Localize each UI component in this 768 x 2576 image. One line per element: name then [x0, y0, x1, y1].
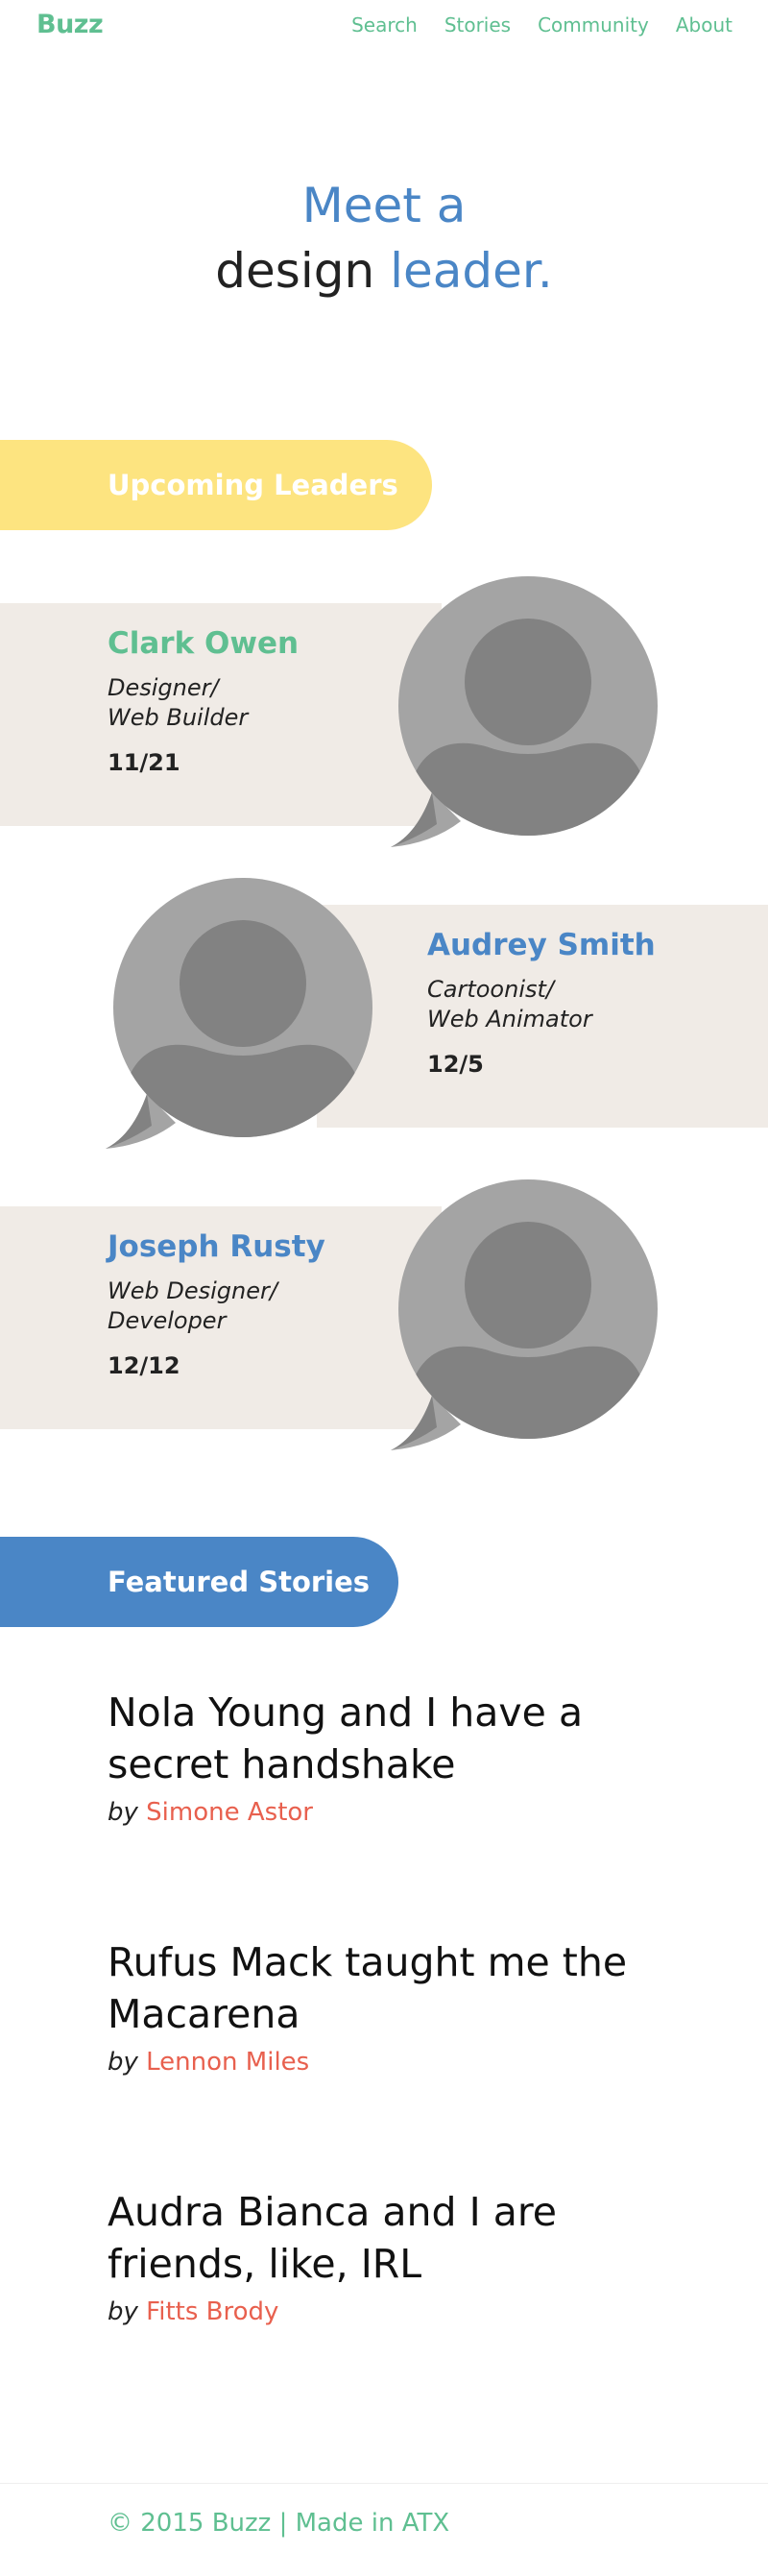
leader-name[interactable]: Joseph Rusty [108, 1229, 325, 1264]
nav-about[interactable]: About [676, 13, 732, 36]
hero-line2-blue: leader. [390, 243, 553, 299]
leader-date: 11/21 [108, 749, 180, 776]
leader-name[interactable]: Audrey Smith [427, 928, 656, 962]
leader-role: Designer/ Web Builder [108, 674, 249, 731]
story-title[interactable]: Audra Bianca and I are friends, like, IR… [108, 2186, 684, 2290]
story-author[interactable]: Lennon Miles [146, 2048, 309, 2077]
story-author[interactable]: Fitts Brody [146, 2297, 278, 2326]
avatar-icon [106, 878, 372, 1149]
main-nav: Search Stories Community About [351, 13, 732, 36]
story-byline: by Simone Astor [108, 1798, 313, 1827]
leader-role: Cartoonist/ Web Animator [427, 976, 592, 1033]
upcoming-leaders-heading: Upcoming Leaders [108, 469, 398, 501]
logo[interactable]: Buzz [36, 10, 104, 39]
avatar-icon [391, 576, 658, 847]
story-item: Audra Bianca and I are friends, like, IR… [108, 2186, 684, 2326]
story-byline: by Lennon Miles [108, 2048, 310, 2077]
avatar-icon [391, 1179, 658, 1450]
story-byline: by Fitts Brody [108, 2297, 279, 2326]
hero-heading: Meet a design leader. [0, 173, 768, 304]
footer-text: © 2015 Buzz | Made in ATX [108, 2509, 450, 2538]
footer-divider [0, 2483, 768, 2484]
hero-line1: Meet a [301, 178, 467, 233]
leader-role: Web Designer/ Developer [108, 1277, 277, 1334]
featured-stories-heading: Featured Stories [108, 1566, 371, 1598]
leader-name[interactable]: Clark Owen [108, 626, 299, 661]
leader-date: 12/5 [427, 1051, 484, 1078]
upcoming-leaders-banner: Upcoming Leaders [0, 440, 432, 530]
nav-search[interactable]: Search [351, 13, 418, 36]
nav-stories[interactable]: Stories [444, 13, 511, 36]
site-header: Buzz Search Stories Community About [0, 0, 768, 54]
featured-stories-banner: Featured Stories [0, 1537, 398, 1627]
story-author[interactable]: Simone Astor [146, 1798, 313, 1827]
nav-community[interactable]: Community [538, 13, 649, 36]
story-title[interactable]: Rufus Mack taught me the Macarena [108, 1936, 684, 2040]
story-title[interactable]: Nola Young and I have a secret handshake [108, 1687, 684, 1790]
story-item: Nola Young and I have a secret handshake… [108, 1687, 684, 1827]
leader-date: 12/12 [108, 1352, 180, 1379]
hero-line2-dark: design [215, 243, 375, 299]
story-item: Rufus Mack taught me the Macarena by Len… [108, 1936, 684, 2077]
